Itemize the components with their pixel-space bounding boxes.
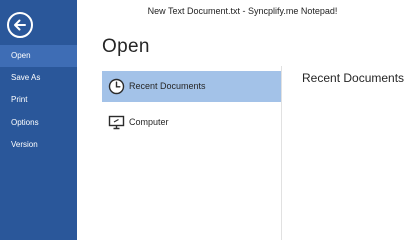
recent-documents-title: Recent Documents bbox=[302, 71, 405, 85]
clock-icon bbox=[108, 78, 125, 95]
window-title: New Text Document.txt - Syncplify.me Not… bbox=[147, 6, 338, 16]
place-recent-documents[interactable]: Recent Documents bbox=[102, 71, 281, 102]
place-label: Recent Documents bbox=[129, 81, 206, 91]
back-arrow-icon bbox=[7, 12, 33, 38]
sidebar-item-save-as[interactable]: Save As bbox=[0, 67, 77, 89]
sidebar-item-label: Print bbox=[11, 95, 28, 104]
back-button[interactable] bbox=[6, 11, 34, 39]
sidebar-item-version[interactable]: Version bbox=[0, 134, 77, 156]
sidebar-item-label: Open bbox=[11, 51, 31, 60]
sidebar-item-label: Version bbox=[11, 140, 38, 149]
sidebar-item-label: Save As bbox=[11, 73, 41, 82]
place-label: Computer bbox=[129, 117, 169, 127]
page-title: Open bbox=[102, 36, 150, 57]
sidebar-item-print[interactable]: Print bbox=[0, 89, 77, 111]
backstage-sidebar: Open Save As Print Options Version bbox=[0, 0, 77, 240]
panel-divider bbox=[281, 66, 282, 240]
sidebar-item-label: Options bbox=[11, 118, 39, 127]
sidebar-item-options[interactable]: Options bbox=[0, 112, 77, 134]
place-computer[interactable]: Computer bbox=[102, 107, 281, 138]
sidebar-item-open[interactable]: Open bbox=[0, 45, 77, 67]
monitor-icon bbox=[108, 115, 125, 130]
